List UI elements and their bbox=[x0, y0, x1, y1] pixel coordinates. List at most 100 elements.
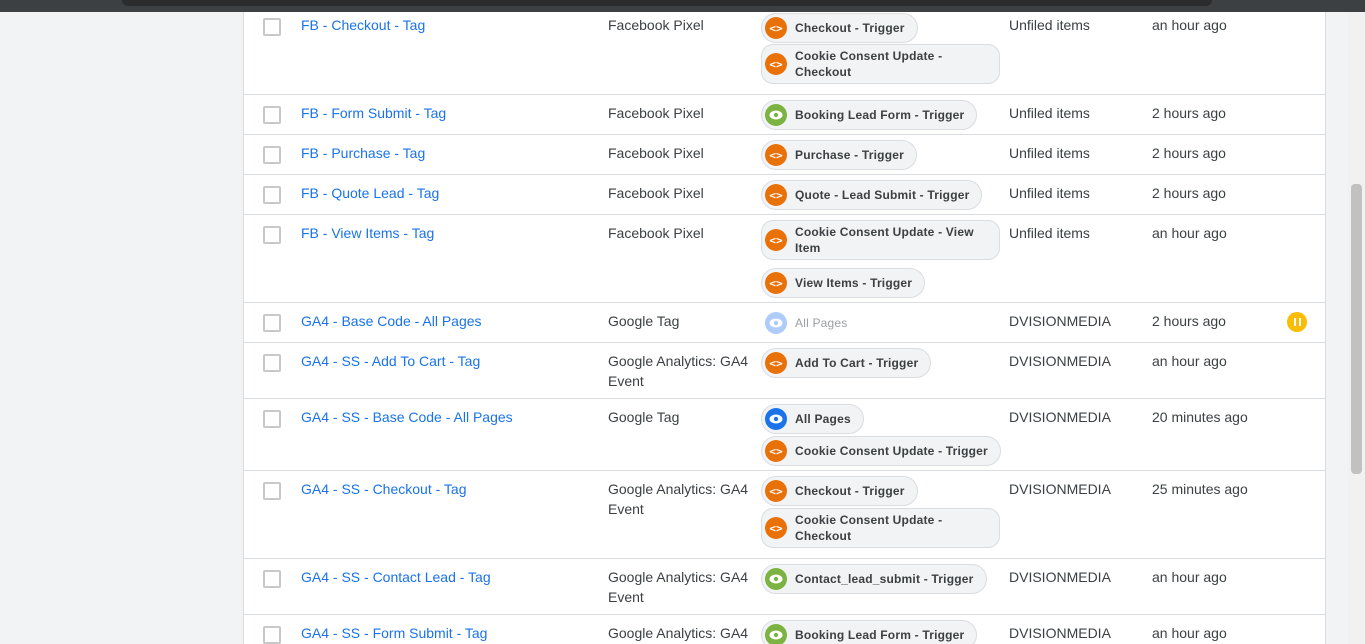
tag-type: Google Tag bbox=[608, 313, 680, 329]
tag-name-link[interactable]: FB - View Items - Tag bbox=[301, 223, 434, 243]
trigger-label: Checkout - Trigger bbox=[795, 21, 905, 35]
row-checkbox[interactable] bbox=[263, 106, 281, 124]
table-row[interactable]: FB - Checkout - Tag Facebook Pixel <> Ch… bbox=[244, 12, 1325, 95]
tag-name-link[interactable]: GA4 - SS - Contact Lead - Tag bbox=[301, 567, 491, 587]
table-row[interactable]: GA4 - SS - Add To Cart - Tag Google Anal… bbox=[244, 343, 1325, 399]
last-edited: 2 hours ago bbox=[1152, 313, 1226, 329]
trigger-chip[interactable]: <> Add To Cart - Trigger bbox=[761, 348, 932, 378]
trigger-label: Cookie Consent Update - View Item bbox=[795, 225, 974, 255]
tag-name-link[interactable]: GA4 - SS - Checkout - Tag bbox=[301, 479, 466, 499]
code-icon: <> bbox=[765, 440, 787, 462]
folder-name: DVISIONMEDIA bbox=[1009, 353, 1111, 369]
table-row[interactable]: FB - View Items - Tag Facebook Pixel <> … bbox=[244, 215, 1325, 303]
eye-icon bbox=[765, 568, 787, 590]
trigger-chip[interactable]: All Pages bbox=[761, 404, 864, 434]
last-edited: an hour ago bbox=[1152, 353, 1227, 369]
scrollbar-thumb[interactable] bbox=[1351, 184, 1362, 474]
tag-name-link[interactable]: GA4 - SS - Form Submit - Tag bbox=[301, 623, 487, 643]
trigger-chip[interactable]: Booking Lead Form - Trigger bbox=[761, 620, 978, 644]
row-checkbox[interactable] bbox=[263, 146, 281, 164]
tag-name-link[interactable]: FB - Checkout - Tag bbox=[301, 15, 425, 35]
table-row[interactable]: GA4 - SS - Checkout - Tag Google Analyti… bbox=[244, 471, 1325, 559]
folder-name: DVISIONMEDIA bbox=[1009, 625, 1111, 641]
last-edited: 2 hours ago bbox=[1152, 145, 1226, 161]
trigger-chip[interactable]: <> Cookie Consent Update - Checkout bbox=[761, 508, 1000, 548]
trigger-label: Quote - Lead Submit - Trigger bbox=[795, 188, 970, 202]
tag-name-link[interactable]: GA4 - SS - Add To Cart - Tag bbox=[301, 351, 480, 371]
tag-name-link[interactable]: GA4 - SS - Base Code - All Pages bbox=[301, 407, 513, 427]
code-icon: <> bbox=[765, 184, 787, 206]
row-checkbox[interactable] bbox=[263, 570, 281, 588]
table-row[interactable]: FB - Form Submit - Tag Facebook Pixel Bo… bbox=[244, 95, 1325, 135]
code-icon: <> bbox=[765, 480, 787, 502]
trigger-label: Cookie Consent Update - Trigger bbox=[795, 444, 988, 458]
last-edited: an hour ago bbox=[1152, 625, 1227, 641]
trigger-label: Add To Cart - Trigger bbox=[795, 356, 919, 370]
trigger-chip[interactable]: <> Cookie Consent Update - View Item bbox=[761, 220, 1000, 260]
row-checkbox[interactable] bbox=[263, 626, 281, 644]
code-icon: <> bbox=[765, 352, 787, 374]
tag-name-link[interactable]: FB - Form Submit - Tag bbox=[301, 103, 446, 123]
tags-table: FB - Checkout - Tag Facebook Pixel <> Ch… bbox=[243, 12, 1326, 644]
browser-bar-pill bbox=[122, 0, 1212, 6]
row-checkbox[interactable] bbox=[263, 410, 281, 428]
tag-type: Facebook Pixel bbox=[608, 105, 704, 121]
trigger-label: Cookie Consent Update - Checkout bbox=[795, 513, 943, 543]
trigger-chip[interactable]: <> Checkout - Trigger bbox=[761, 13, 918, 43]
tag-type: Google Analytics: GA4 Event bbox=[608, 625, 749, 641]
vertical-scrollbar[interactable] bbox=[1348, 12, 1365, 644]
tag-name-link[interactable]: GA4 - Base Code - All Pages bbox=[301, 311, 482, 331]
folder-name: Unfiled items bbox=[1009, 225, 1090, 241]
table-row[interactable]: GA4 - SS - Form Submit - Tag Google Anal… bbox=[244, 615, 1325, 644]
trigger-chip[interactable]: Contact_lead_submit - Trigger bbox=[761, 564, 987, 594]
folder-name: DVISIONMEDIA bbox=[1009, 569, 1111, 585]
tag-type: Facebook Pixel bbox=[608, 185, 704, 201]
tag-name-link[interactable]: FB - Quote Lead - Tag bbox=[301, 183, 439, 203]
row-checkbox[interactable] bbox=[263, 314, 281, 332]
last-edited: an hour ago bbox=[1152, 225, 1227, 241]
last-edited: an hour ago bbox=[1152, 569, 1227, 585]
folder-name: DVISIONMEDIA bbox=[1009, 409, 1111, 425]
trigger-chip[interactable]: <> Cookie Consent Update - Checkout bbox=[761, 44, 1000, 84]
folder-name: DVISIONMEDIA bbox=[1009, 313, 1111, 329]
tag-type: Google Analytics: GA4 Event bbox=[608, 481, 749, 517]
trigger-label: Contact_lead_submit - Trigger bbox=[795, 572, 974, 586]
pause-icon[interactable] bbox=[1287, 312, 1307, 332]
table-row[interactable]: GA4 - Base Code - All Pages Google Tag A… bbox=[244, 303, 1325, 343]
tag-name-link[interactable]: FB - Purchase - Tag bbox=[301, 143, 425, 163]
row-checkbox[interactable] bbox=[263, 186, 281, 204]
row-checkbox[interactable] bbox=[263, 226, 281, 244]
folder-name: Unfiled items bbox=[1009, 17, 1090, 33]
eye-icon bbox=[765, 104, 787, 126]
row-checkbox[interactable] bbox=[263, 354, 281, 372]
trigger-label: Checkout - Trigger bbox=[795, 484, 905, 498]
tag-type: Google Tag bbox=[608, 409, 680, 425]
trigger-chip[interactable]: <> View Items - Trigger bbox=[761, 268, 926, 298]
eye-icon bbox=[765, 624, 787, 644]
folder-name: Unfiled items bbox=[1009, 105, 1090, 121]
trigger-chip[interactable]: <> Cookie Consent Update - Trigger bbox=[761, 436, 1001, 466]
trigger-chip[interactable]: Booking Lead Form - Trigger bbox=[761, 100, 978, 130]
row-checkbox[interactable] bbox=[263, 482, 281, 500]
code-icon: <> bbox=[765, 53, 787, 75]
trigger-chip[interactable]: <> Purchase - Trigger bbox=[761, 140, 917, 170]
trigger-chip[interactable]: <> Quote - Lead Submit - Trigger bbox=[761, 180, 983, 210]
code-icon: <> bbox=[765, 17, 787, 39]
trigger-label: All Pages bbox=[795, 412, 851, 426]
table-row[interactable]: FB - Purchase - Tag Facebook Pixel <> Pu… bbox=[244, 135, 1325, 175]
trigger-chip[interactable]: All Pages bbox=[761, 308, 861, 338]
eye-icon bbox=[765, 312, 787, 334]
trigger-chip[interactable]: <> Checkout - Trigger bbox=[761, 476, 918, 506]
trigger-label: Purchase - Trigger bbox=[795, 148, 904, 162]
folder-name: DVISIONMEDIA bbox=[1009, 481, 1111, 497]
table-row[interactable]: FB - Quote Lead - Tag Facebook Pixel <> … bbox=[244, 175, 1325, 215]
trigger-label: All Pages bbox=[795, 316, 848, 330]
code-icon: <> bbox=[765, 517, 787, 539]
tag-type: Google Analytics: GA4 Event bbox=[608, 569, 749, 605]
table-row[interactable]: GA4 - SS - Contact Lead - Tag Google Ana… bbox=[244, 559, 1325, 615]
last-edited: 20 minutes ago bbox=[1152, 409, 1248, 425]
table-row[interactable]: GA4 - SS - Base Code - All Pages Google … bbox=[244, 399, 1325, 471]
row-checkbox[interactable] bbox=[263, 18, 281, 36]
code-icon: <> bbox=[765, 229, 787, 251]
last-edited: 2 hours ago bbox=[1152, 105, 1226, 121]
